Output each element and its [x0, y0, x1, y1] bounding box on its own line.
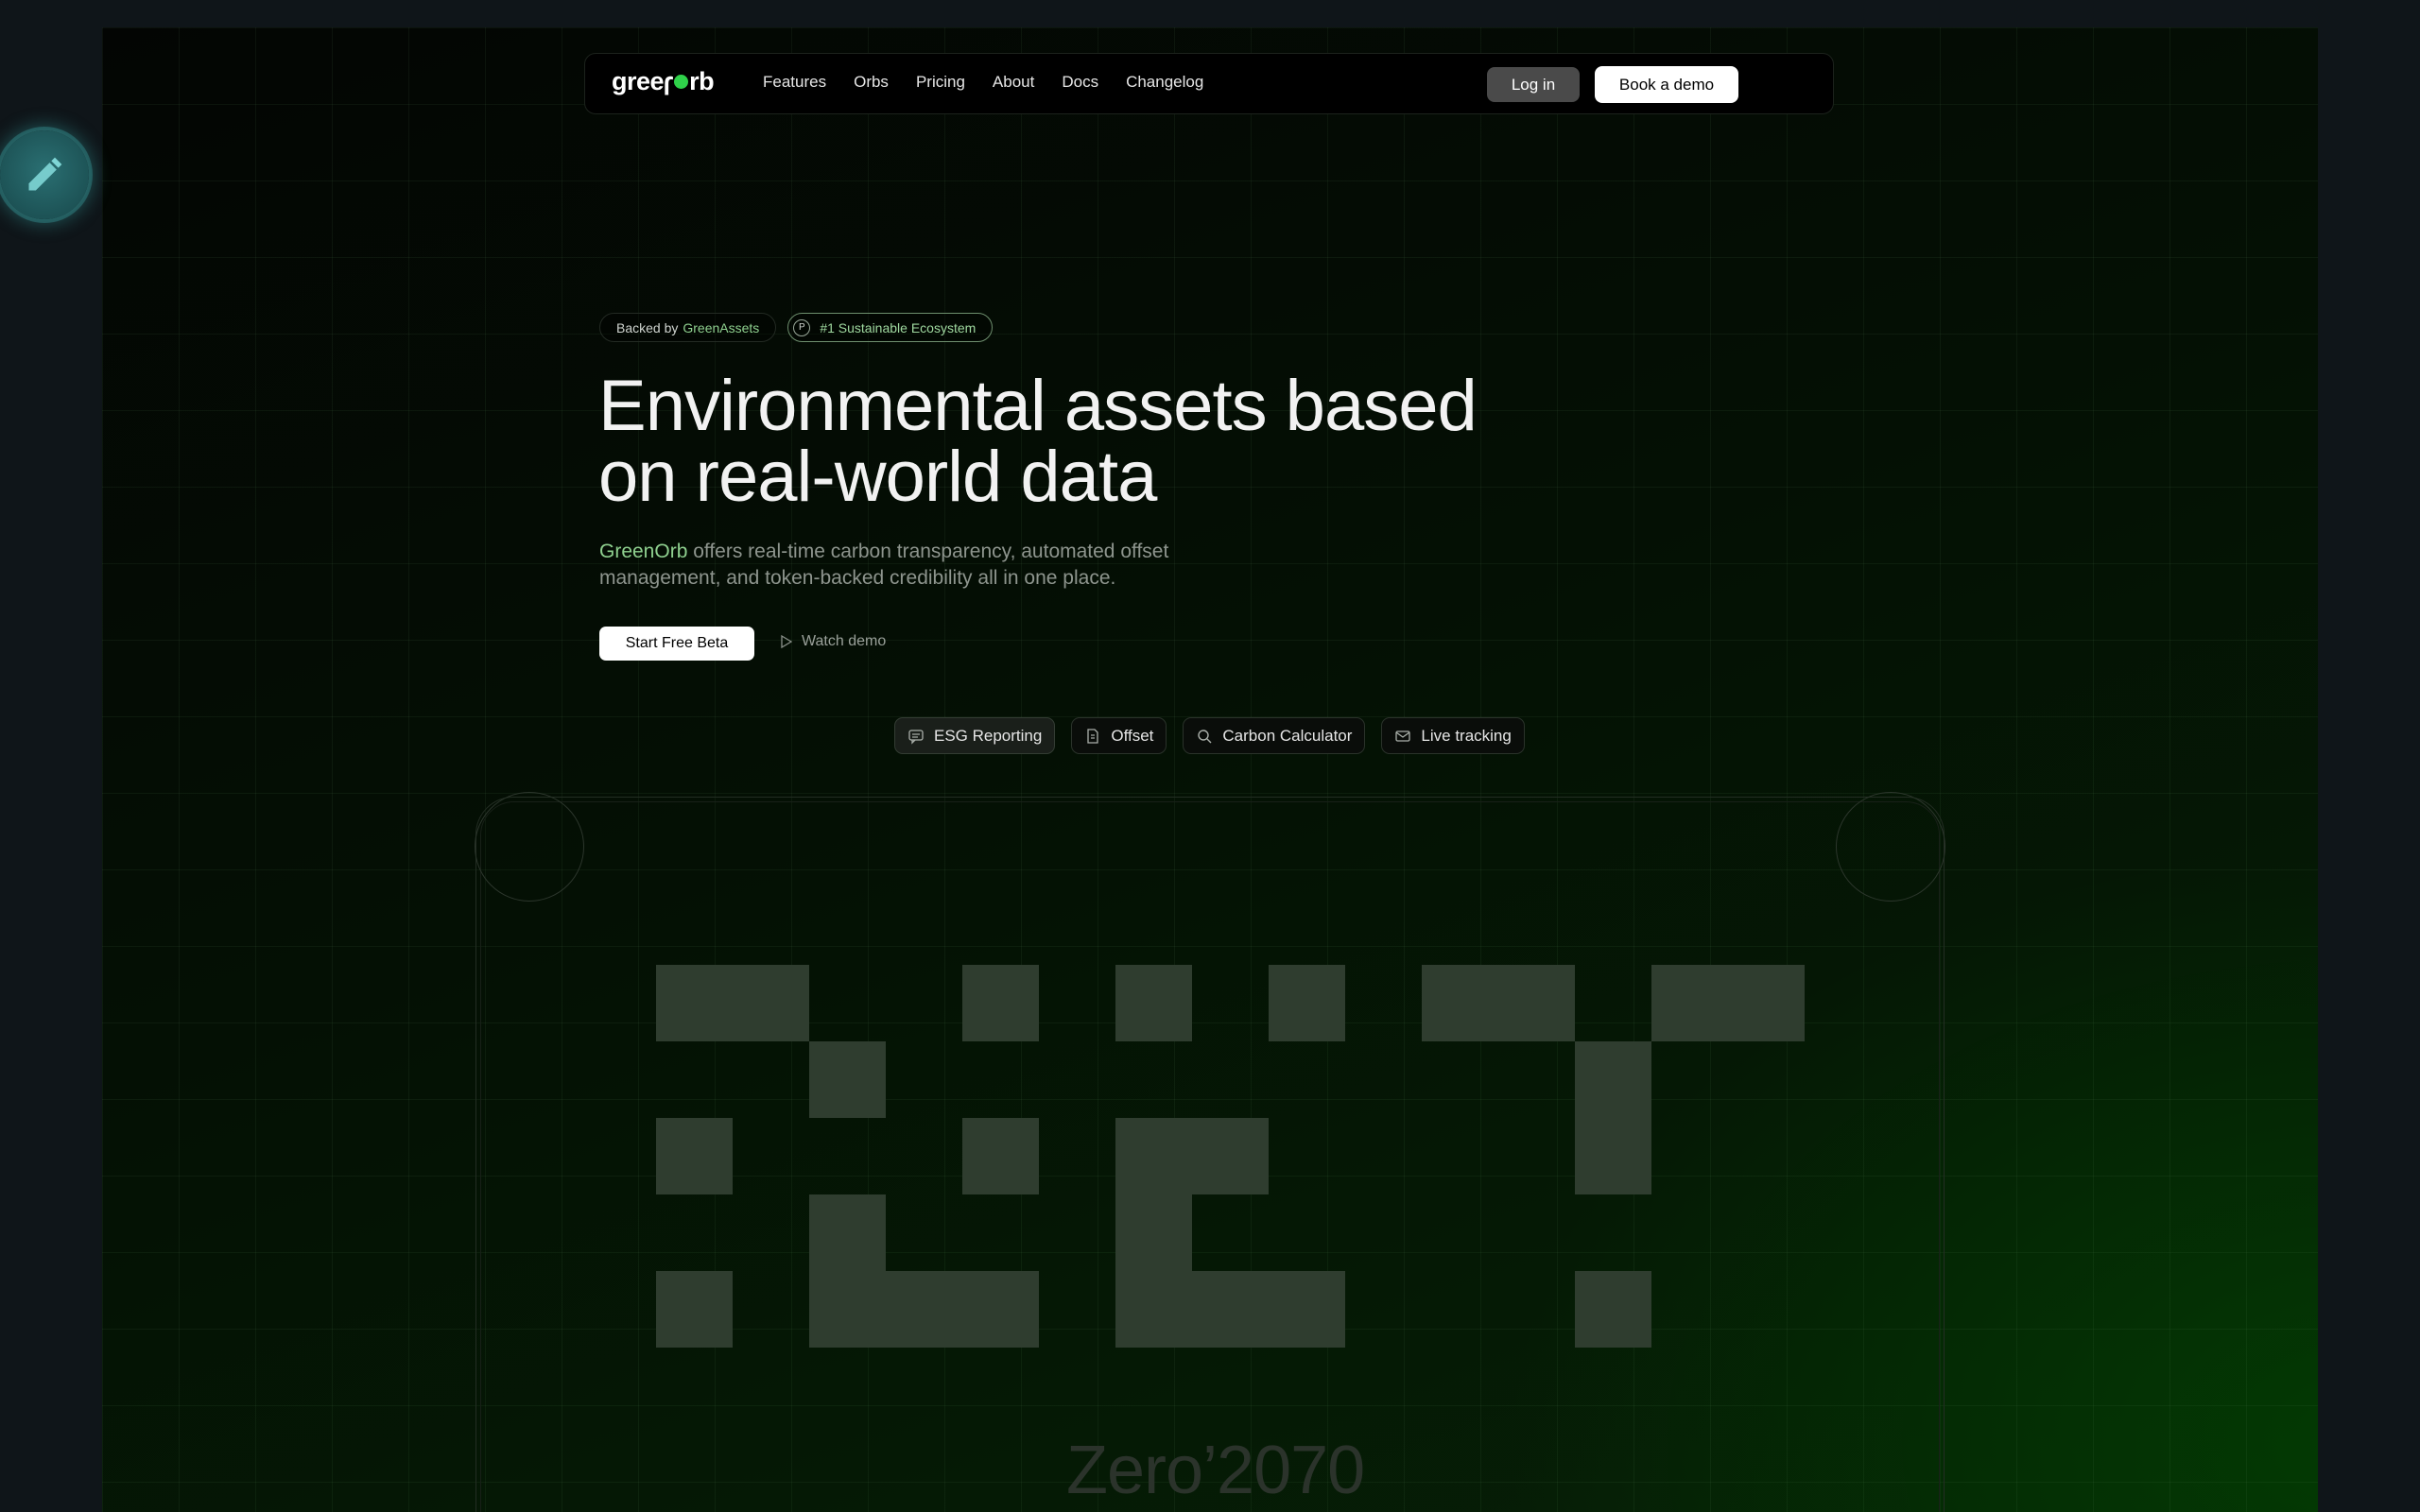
pixel-block: [1575, 1041, 1651, 1118]
pixel-block: [1269, 965, 1345, 1041]
pixel-block: [656, 965, 809, 1041]
pixel-block: [809, 1041, 886, 1118]
pixel-block: [809, 1194, 886, 1271]
pixel-art-graphic: [656, 965, 1805, 1348]
zero-2070-label: Zero’2070: [1066, 1433, 1365, 1508]
pixel-block: [809, 1271, 1039, 1348]
pixel-block: [1115, 1118, 1269, 1194]
edit-fab-button[interactable]: [0, 130, 89, 219]
pixel-block: [1575, 1271, 1651, 1348]
pixel-block: [656, 1271, 733, 1348]
pixel-block: [1422, 965, 1575, 1041]
pixel-block: [1115, 965, 1192, 1041]
pixel-block: [1575, 1118, 1651, 1194]
pixel-block: [962, 1118, 1039, 1194]
pixel-block: [656, 1118, 733, 1194]
pixel-block: [1115, 1194, 1192, 1271]
pixel-block: [1115, 1271, 1345, 1348]
pencil-icon: [28, 157, 62, 191]
pixel-block: [1651, 965, 1805, 1041]
pixel-block: [962, 965, 1039, 1041]
